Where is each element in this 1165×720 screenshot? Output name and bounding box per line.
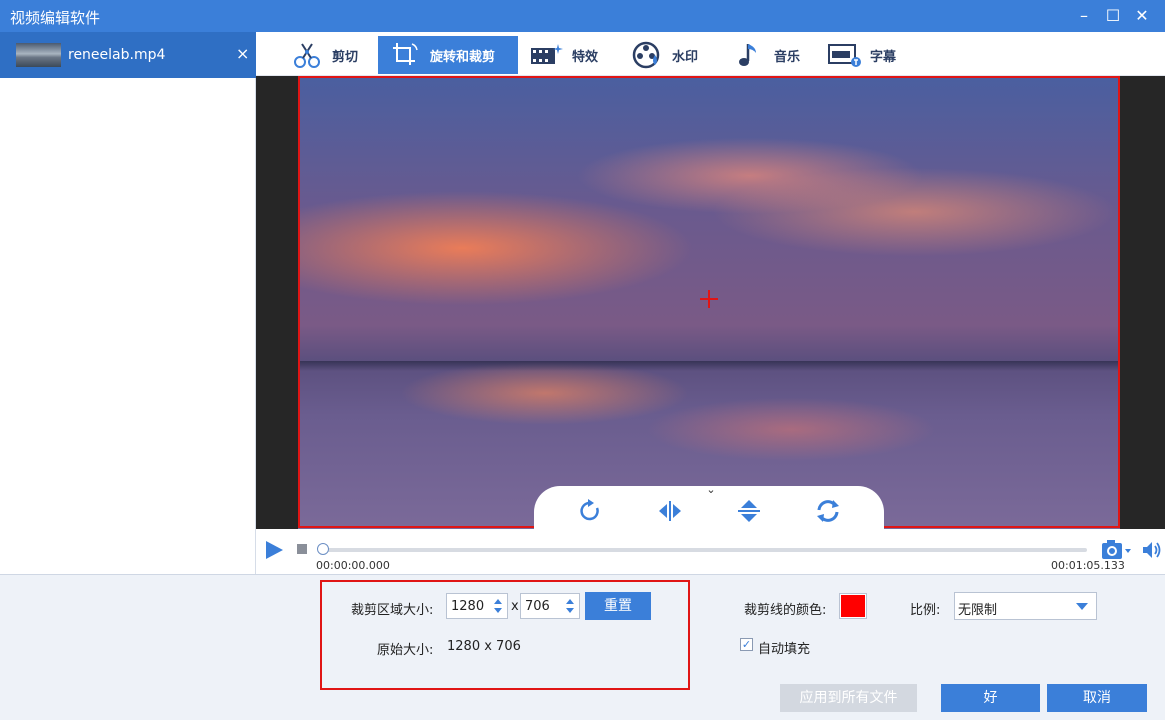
dimension-separator: x <box>511 599 519 614</box>
ratio-label: 比例: <box>910 603 941 618</box>
tab-cut[interactable]: 剪切 <box>290 36 370 74</box>
ok-button[interactable]: 好 <box>941 684 1040 712</box>
play-button[interactable] <box>263 539 285 561</box>
crop-width-value: 1280 <box>451 599 485 614</box>
crop-height-stepper[interactable]: 706 <box>520 593 580 619</box>
ratio-value: 无限制 <box>958 603 998 618</box>
tab-rotate-crop-label: 旋转和裁剪 <box>430 49 496 65</box>
crop-line-color-label: 裁剪线的颜色: <box>744 603 827 618</box>
remove-file-button[interactable]: × <box>236 44 249 63</box>
watermark-icon <box>630 40 664 70</box>
rotate-icon <box>580 499 599 521</box>
flip-vertical-button[interactable] <box>732 496 766 526</box>
original-size-value: 1280 x 706 <box>447 639 521 654</box>
maximize-button[interactable]: ☐ <box>1101 4 1125 28</box>
crop-rotate-icon <box>388 40 422 70</box>
flip-horizontal-button[interactable] <box>653 496 687 526</box>
file-name: reneelab.mp4 <box>68 47 166 63</box>
file-list-panel: reneelab.mp4 × <box>0 32 256 574</box>
title-bar: 视频编辑软件 – ☐ ✕ <box>0 0 1165 32</box>
subtitle-icon <box>828 40 862 70</box>
file-list-item[interactable]: reneelab.mp4 × <box>0 32 256 78</box>
tab-subtitle-label: 字幕 <box>870 49 897 65</box>
refresh-icon <box>817 500 839 522</box>
reset-rotation-button[interactable] <box>811 496 845 526</box>
tab-watermark[interactable]: 水印 <box>630 36 720 74</box>
original-size-label: 原始大小: <box>377 643 434 658</box>
apply-to-all-button[interactable]: 应用到所有文件 <box>780 684 917 712</box>
flip-horizontal-icon <box>659 501 681 521</box>
rotate-clockwise-button[interactable] <box>574 496 608 526</box>
cancel-button[interactable]: 取消 <box>1047 684 1147 712</box>
stop-button[interactable] <box>297 544 307 554</box>
current-time: 00:00:00.000 <box>316 559 390 572</box>
scissors-icon <box>290 40 324 70</box>
window-title: 视频编辑软件 <box>10 9 101 27</box>
flip-vertical-icon <box>738 500 760 522</box>
volume-button[interactable] <box>1141 539 1163 561</box>
collapse-chevron-icon[interactable]: ⌄ <box>705 484 717 495</box>
tab-subtitle[interactable]: 字幕 <box>828 36 918 74</box>
crop-area-label: 裁剪区域大小: <box>351 603 434 618</box>
effects-icon <box>530 40 564 70</box>
edit-toolbar: 剪切 旋转和裁剪 特效 水印 音乐 字幕 <box>256 32 1165 76</box>
tab-music[interactable]: 音乐 <box>732 36 822 74</box>
crop-line-color-picker[interactable] <box>840 594 866 618</box>
music-icon <box>732 40 766 70</box>
tab-effects[interactable]: 特效 <box>530 36 620 74</box>
play-icon <box>266 541 283 559</box>
stepper-arrows-icon <box>566 599 574 613</box>
tab-rotate-crop[interactable]: 旋转和裁剪 <box>378 36 518 74</box>
reset-button[interactable]: 重置 <box>585 592 651 620</box>
crop-center-crosshair-icon[interactable] <box>700 290 718 308</box>
camera-icon <box>1102 540 1131 559</box>
playback-bar: 00:00:00.000 00:01:05.133 <box>256 529 1165 574</box>
seek-thumb[interactable] <box>317 543 329 555</box>
ratio-select[interactable]: 无限制 <box>954 592 1097 620</box>
autofill-checkbox[interactable]: ✓ <box>740 638 753 651</box>
dropdown-arrow-icon <box>1076 603 1088 610</box>
tab-effects-label: 特效 <box>572 49 599 65</box>
tab-music-label: 音乐 <box>774 49 801 65</box>
stepper-arrows-icon <box>494 599 502 613</box>
seek-track[interactable] <box>320 548 1087 552</box>
video-thumbnail <box>16 43 61 67</box>
volume-icon <box>1143 542 1161 558</box>
snapshot-button[interactable] <box>1101 539 1131 561</box>
tab-watermark-label: 水印 <box>672 49 699 65</box>
close-button[interactable]: ✕ <box>1130 4 1154 28</box>
minimize-button[interactable]: – <box>1072 4 1096 28</box>
autofill-label: 自动填充 <box>758 642 811 657</box>
tab-cut-label: 剪切 <box>332 49 359 65</box>
crop-height-value: 706 <box>525 599 550 614</box>
video-preview[interactable]: ⌄ <box>256 76 1165 529</box>
crop-width-stepper[interactable]: 1280 <box>446 593 508 619</box>
crop-settings-panel: 裁剪区域大小: 1280 x 706 重置 原始大小: 1280 x 706 裁… <box>0 574 1165 720</box>
